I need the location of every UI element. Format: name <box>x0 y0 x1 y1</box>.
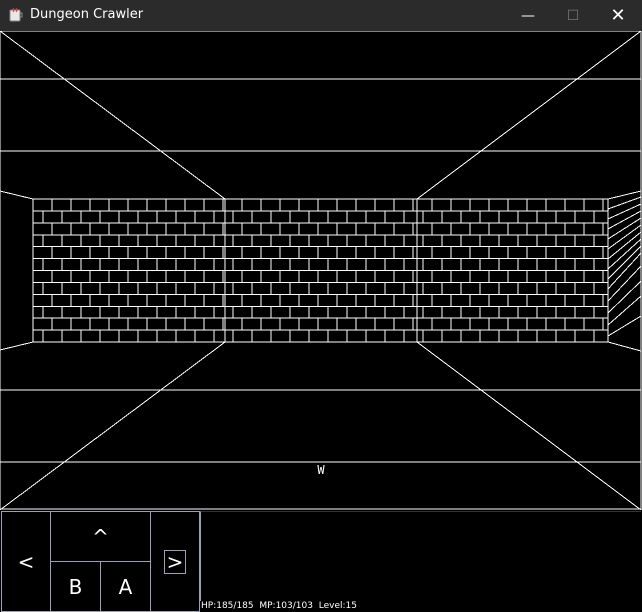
side-wall-line <box>607 280 642 314</box>
perspective-line <box>416 341 642 510</box>
side-wall-line <box>607 315 642 337</box>
hp-readout: HP:185/185 <box>201 601 254 611</box>
window-title: Dungeon Crawler <box>30 7 144 22</box>
message-area <box>200 511 641 601</box>
dungeon-viewport <box>0 31 642 510</box>
window-titlebar: Dungeon Crawler — ☐ ✕ <box>0 0 642 31</box>
side-wall-line <box>607 245 642 280</box>
minimize-button[interactable]: — <box>505 0 551 31</box>
perspective-line <box>0 31 226 200</box>
b-button[interactable]: B <box>50 561 101 612</box>
side-wall-line <box>607 210 642 230</box>
side-wall-line <box>607 203 642 220</box>
side-wall-line <box>607 238 642 270</box>
status-bar: HP:185/185 MP:103/103 Level:15 <box>201 601 357 611</box>
turn-left-button[interactable]: < <box>1 511 51 612</box>
mp-readout: MP:103/103 <box>259 601 313 611</box>
level-readout: Level:15 <box>318 601 357 611</box>
side-wall-line <box>607 341 642 352</box>
move-forward-button[interactable]: ^ <box>50 511 151 562</box>
side-wall-line <box>0 341 34 351</box>
perspective-line <box>416 31 642 200</box>
side-wall-line <box>0 190 34 200</box>
dungeon-wireframe <box>0 31 642 510</box>
perspective-line <box>0 341 226 510</box>
a-button[interactable]: A <box>100 561 151 612</box>
side-wall-line <box>607 295 642 326</box>
compass-heading: W <box>317 463 325 477</box>
turn-right-button[interactable]: > <box>150 511 200 612</box>
side-wall-line <box>607 196 642 210</box>
movement-controls: < ^ B A > <box>0 510 200 612</box>
turn-right-label: > <box>163 549 187 574</box>
maximize-button[interactable]: ☐ <box>550 0 596 31</box>
side-wall-line <box>607 190 642 200</box>
close-button[interactable]: ✕ <box>595 0 641 31</box>
java-app-icon <box>9 7 23 22</box>
